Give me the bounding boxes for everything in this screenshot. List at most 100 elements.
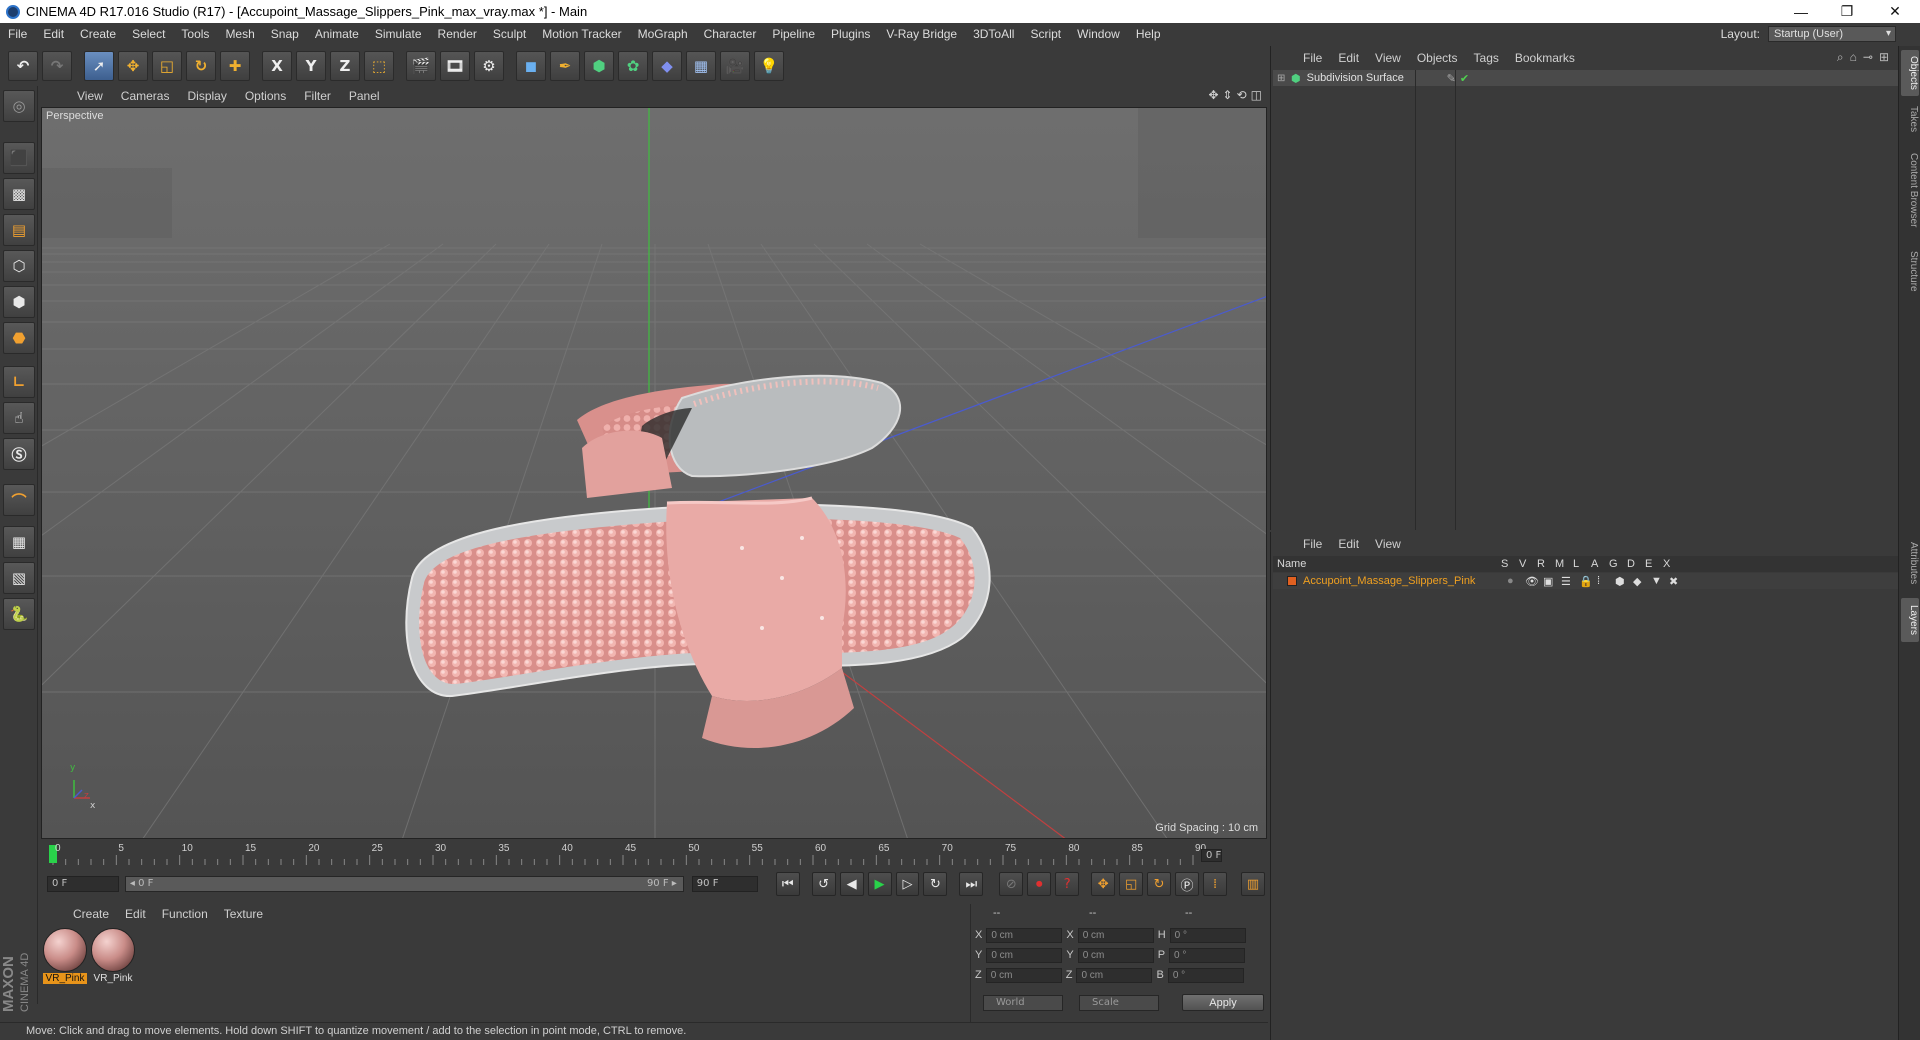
- objects-menu-edit[interactable]: Edit: [1330, 51, 1367, 65]
- tab-layers[interactable]: Layers: [1901, 598, 1919, 642]
- manager-toggle-icon[interactable]: ☰: [1561, 575, 1579, 588]
- next-frame-icon[interactable]: ▷: [895, 872, 920, 896]
- menu-character[interactable]: Character: [696, 27, 765, 41]
- snap-enable-icon[interactable]: Ⓢ: [3, 438, 35, 470]
- locked-workplane-icon[interactable]: ▦: [3, 526, 35, 558]
- array-generator-icon[interactable]: ✿: [618, 51, 648, 81]
- column-animation[interactable]: A: [1591, 558, 1609, 570]
- z-axis-lock-button[interactable]: Z: [330, 51, 360, 81]
- viewport-menu-options[interactable]: Options: [236, 89, 295, 103]
- menu-create[interactable]: Create: [72, 27, 124, 41]
- layer-row[interactable]: Accupoint_Massage_Slippers_Pink ● 👁 ▣ ☰ …: [1273, 573, 1899, 589]
- lock-toggle-icon[interactable]: 🔒: [1579, 575, 1597, 588]
- material-menu-edit[interactable]: Edit: [117, 907, 154, 921]
- menu-script[interactable]: Script: [1022, 27, 1069, 41]
- menu-animate[interactable]: Animate: [307, 27, 367, 41]
- position-z-field[interactable]: 0 cm: [985, 967, 1062, 983]
- spline-pen-icon[interactable]: ✒: [550, 51, 580, 81]
- animation-toggle-icon[interactable]: ⁞: [1597, 575, 1615, 587]
- python-icon[interactable]: 🐍: [3, 598, 35, 630]
- texture-mode-icon[interactable]: ▩: [3, 178, 35, 210]
- layers-menu-view[interactable]: View: [1367, 537, 1409, 551]
- minimize-button[interactable]: —: [1778, 0, 1824, 23]
- enabled-check-icon[interactable]: ✔: [1460, 72, 1469, 85]
- go-to-end-icon[interactable]: ⏭: [959, 872, 984, 896]
- autokeying-icon[interactable]: ⏺: [1027, 872, 1052, 896]
- key-pla-icon[interactable]: ⁞: [1203, 872, 1227, 896]
- column-locked[interactable]: L: [1573, 558, 1591, 570]
- home-icon[interactable]: ⌂: [1850, 50, 1857, 65]
- column-name[interactable]: Name: [1277, 558, 1501, 570]
- planar-workplane-icon[interactable]: ▧: [3, 562, 35, 594]
- workplane-mode-icon[interactable]: ▤: [3, 214, 35, 246]
- menu-mograph[interactable]: MoGraph: [630, 27, 696, 41]
- column-expressions[interactable]: E: [1645, 558, 1663, 570]
- rotate-tool-icon[interactable]: ↻: [186, 51, 216, 81]
- object-row-subdivision-surface[interactable]: ⊞ ⬢ Subdivision Surface ✎ ✔: [1273, 70, 1899, 86]
- deformer-icon[interactable]: ◆: [652, 51, 682, 81]
- polygons-mode-icon[interactable]: ⬣: [3, 322, 35, 354]
- column-render[interactable]: R: [1537, 558, 1555, 570]
- column-manager[interactable]: M: [1555, 558, 1573, 570]
- link-icon[interactable]: ⊸: [1863, 50, 1873, 65]
- layer-color-swatch[interactable]: [1287, 576, 1297, 586]
- viewport-menu-filter[interactable]: Filter: [295, 89, 340, 103]
- viewport-menu-display[interactable]: Display: [178, 89, 235, 103]
- menu-mesh[interactable]: Mesh: [217, 27, 262, 41]
- perspective-viewport[interactable]: y z x Perspective Grid Spacing : 10 cm: [41, 107, 1267, 839]
- apply-button[interactable]: Apply: [1182, 994, 1264, 1011]
- key-rotation-icon[interactable]: ↻: [1147, 872, 1172, 896]
- coordinate-system-icon[interactable]: ⬚: [364, 51, 394, 81]
- expand-icon[interactable]: ⊞: [1277, 73, 1287, 84]
- rotation-p-field[interactable]: 0 °: [1169, 947, 1246, 963]
- preview-range-slider[interactable]: ◂ 0 F 90 F ▸: [124, 876, 684, 892]
- render-toggle-icon[interactable]: ▣: [1543, 575, 1561, 588]
- magnet-icon[interactable]: ⌒: [3, 484, 35, 516]
- viewport-menu-cameras[interactable]: Cameras: [112, 89, 179, 103]
- rotation-b-field[interactable]: 0 °: [1167, 967, 1244, 983]
- light-icon[interactable]: 💡: [754, 51, 784, 81]
- size-mode-dropdown[interactable]: Scale: [1079, 995, 1159, 1011]
- coordinate-mode-dropdown[interactable]: World: [983, 995, 1063, 1011]
- key-position-icon[interactable]: ✥: [1091, 872, 1116, 896]
- record-keys-icon[interactable]: ⊘: [999, 872, 1024, 896]
- undo-icon[interactable]: ↶: [8, 51, 38, 81]
- tab-attributes[interactable]: Attributes: [1901, 532, 1919, 594]
- column-generators[interactable]: G: [1609, 558, 1627, 570]
- objects-menu-view[interactable]: View: [1367, 51, 1409, 65]
- make-editable-icon[interactable]: ◎: [3, 90, 35, 122]
- menu-3dtoall[interactable]: 3DToAll: [965, 27, 1022, 41]
- current-frame-field[interactable]: 0 F: [1201, 849, 1223, 862]
- live-selection-icon[interactable]: ➚: [84, 51, 114, 81]
- redo-icon[interactable]: ↷: [42, 51, 72, 81]
- size-y-field[interactable]: 0 cm: [1077, 947, 1154, 963]
- solo-toggle-icon[interactable]: ●: [1507, 575, 1525, 587]
- menu-plugins[interactable]: Plugins: [823, 27, 878, 41]
- column-solo[interactable]: S: [1501, 558, 1519, 570]
- viewport-menu-view[interactable]: View: [68, 89, 112, 103]
- last-tool-icon[interactable]: ✚: [220, 51, 250, 81]
- cube-primitive-icon[interactable]: ◼: [516, 51, 546, 81]
- layers-menu-edit[interactable]: Edit: [1330, 537, 1367, 551]
- menu-file[interactable]: File: [0, 27, 35, 41]
- search-icon[interactable]: ⌕: [1837, 50, 1844, 65]
- move-tool-icon[interactable]: ✥: [118, 51, 148, 81]
- position-x-field[interactable]: 0 cm: [986, 927, 1063, 943]
- column-visible[interactable]: V: [1519, 558, 1537, 570]
- previous-key-icon[interactable]: ↺: [811, 872, 836, 896]
- end-frame-field[interactable]: 90 F: [691, 876, 758, 892]
- size-x-field[interactable]: 0 cm: [1077, 927, 1154, 943]
- objects-menu-tags[interactable]: Tags: [1466, 51, 1507, 65]
- material-menu-create[interactable]: Create: [65, 907, 117, 921]
- visible-toggle-icon[interactable]: 👁: [1525, 575, 1543, 588]
- xref-toggle-icon[interactable]: ✖: [1669, 575, 1687, 588]
- material-menu-function[interactable]: Function: [154, 907, 216, 921]
- key-scale-icon[interactable]: ◱: [1119, 872, 1144, 896]
- menu-simulate[interactable]: Simulate: [367, 27, 430, 41]
- column-deformers[interactable]: D: [1627, 558, 1645, 570]
- objects-menu-file[interactable]: File: [1295, 51, 1330, 65]
- menu-edit[interactable]: Edit: [35, 27, 72, 41]
- model-mode-icon[interactable]: ⬛: [3, 142, 35, 174]
- next-key-icon[interactable]: ↻: [923, 872, 948, 896]
- restore-button[interactable]: ❐: [1824, 0, 1870, 23]
